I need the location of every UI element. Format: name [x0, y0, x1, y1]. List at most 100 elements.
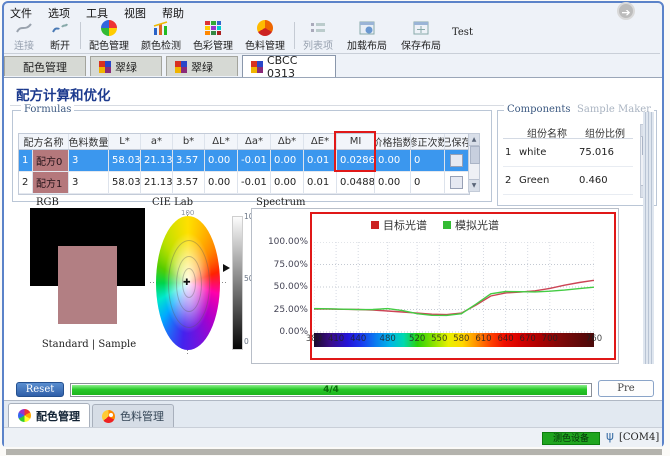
lightness-marker-icon	[223, 264, 230, 272]
color-detect-button[interactable]: 颜色检测	[136, 20, 186, 52]
spectrum-chart: 目标光谱 模拟光谱 100.00% 75.00% 50.00% 25.00% 0.00% …	[251, 208, 619, 364]
saved-checkbox[interactable]	[450, 154, 463, 167]
palette-icon	[255, 20, 275, 36]
lab-axis-tick: 100	[181, 209, 195, 217]
load-layout-icon	[357, 20, 377, 36]
color-wheel-icon	[18, 409, 31, 422]
scroll-thumb[interactable]	[470, 146, 480, 164]
color-matching-button[interactable]: 配色管理	[84, 20, 134, 52]
menu-item-options[interactable]: 选项	[48, 5, 70, 20]
save-layout-button[interactable]: 保存布局	[396, 20, 446, 52]
connect-button[interactable]: 连接	[8, 20, 40, 52]
sample-maker-label: Sample Maker	[574, 104, 654, 115]
wavelength-tick-label: 640	[497, 334, 514, 344]
wavelength-color-bar: 380 410 440 480 520 550 580 610 640 670 700 760	[306, 333, 602, 347]
com-port-label: [COM4]	[619, 432, 660, 443]
tab-cbcc-0313[interactable]: CBCC 0313	[242, 54, 336, 80]
status-bar: 测色设备 ψ [COM4]	[4, 427, 662, 447]
progress-bar: 4/4	[70, 383, 592, 397]
wavelength-tick-label: 380	[305, 334, 323, 344]
legend-swatch-icon	[371, 221, 379, 229]
connect-icon	[14, 20, 34, 36]
bottom-tab-color-matching[interactable]: 配色管理	[8, 403, 90, 427]
lightness-bar[interactable]	[232, 216, 243, 350]
document-tab-bar: 配色管理 翠绿 翠绿 CBCC 0313	[4, 54, 660, 80]
disconnect-icon	[50, 20, 70, 36]
device-status-badge: 测色设备	[542, 432, 600, 445]
wavelength-tick-label: 410	[327, 334, 345, 344]
y-tick-label: 0.00%	[279, 327, 308, 337]
menu-item-tools[interactable]: 工具	[86, 5, 108, 20]
wavelength-tick-label: 610	[475, 334, 492, 344]
formula-row-0[interactable]: 1 配方0 3 58.03 21.13 3.57 0.00 -0.01 0.00…	[19, 150, 469, 172]
legend-label: 模拟光谱	[455, 219, 499, 232]
formulas-header-row: 配方名称 色料数量 L* a* b* ΔL* Δa* Δb* ΔE* MI 价格…	[19, 134, 469, 150]
load-layout-button[interactable]: 加载布局	[342, 20, 392, 52]
component-row-0[interactable]: 1 white 75.016	[503, 139, 633, 167]
disconnect-button[interactable]: 断开	[44, 20, 76, 52]
swatch-icon	[175, 60, 187, 73]
formulas-scrollbar[interactable]: ▲ ▼	[468, 133, 480, 192]
spectrum-legend: 目标光谱 模拟光谱	[252, 217, 618, 233]
colorant-management-button[interactable]: 色料管理	[240, 20, 290, 52]
components-table: 组份名称 组份比例 1 white 75.016 2 Green 0.460	[503, 124, 633, 195]
pre-button[interactable]: Pre	[598, 380, 654, 397]
window-shadow	[6, 449, 662, 455]
sample-color-swatch	[58, 246, 117, 324]
right-splitter[interactable]	[643, 112, 654, 364]
wavelength-tick-label: 580	[453, 334, 470, 344]
saved-checkbox[interactable]	[450, 176, 463, 189]
toolbar-separator	[294, 22, 295, 49]
usb-icon: ψ	[606, 429, 614, 443]
page-title: 配方计算和优化	[16, 88, 111, 104]
tab-emerald-1[interactable]: 翠绿	[90, 56, 162, 76]
spectrum-label: Spectrum	[256, 197, 306, 208]
float-action-button[interactable]: ➔	[617, 2, 635, 20]
save-layout-icon	[411, 20, 431, 36]
list-item-button[interactable]: 列表项	[298, 20, 338, 52]
color-wheel-icon	[99, 20, 119, 36]
menu-item-file[interactable]: 文件	[10, 5, 32, 20]
palette-icon	[102, 409, 115, 423]
legend-item: 目标光谱	[371, 217, 427, 233]
menu-item-help[interactable]: 帮助	[162, 5, 184, 20]
component-row-1[interactable]: 2 Green 0.460	[503, 167, 633, 195]
swatch-icon	[251, 60, 263, 73]
scroll-up-icon[interactable]: ▲	[469, 134, 479, 146]
lab-sample-marker: ✚	[183, 278, 191, 288]
menu-bar: 文件 选项 工具 视图 帮助	[10, 5, 184, 20]
wavelength-tick-label: 670	[519, 334, 536, 344]
formula-swatch-cell: 配方0	[33, 150, 69, 171]
tab-color-matching[interactable]: 配色管理	[4, 56, 86, 76]
spectrum-plot	[314, 242, 594, 333]
toolbar: 连接 断开 配色管理 颜色检测 色彩管理 色料管理 列表项 加载布局 保存布局 …	[4, 19, 660, 54]
wavelength-tick-label: 760	[585, 334, 603, 344]
components-group-label: Components	[504, 104, 574, 115]
standard-sample-caption: Standard | Sample	[41, 339, 137, 350]
formulas-group-label: Formulas	[21, 104, 75, 115]
wavelength-tick-label: 550	[431, 334, 448, 344]
list-icon	[308, 20, 328, 36]
legend-item: 模拟光谱	[443, 217, 499, 233]
formula-row-1[interactable]: 2 配方1 3 58.03 21.13 3.57 0.00 -0.01 0.00…	[19, 172, 469, 194]
wavelength-tick-label: 480	[379, 334, 396, 344]
menu-item-view[interactable]: 视图	[124, 5, 146, 20]
formulas-table: 配方名称 色料数量 L* a* b* ΔL* Δa* Δb* ΔE* MI 价格…	[18, 133, 470, 195]
series-1	[314, 286, 594, 317]
color-management-button[interactable]: 色彩管理	[188, 20, 238, 52]
tab-emerald-2[interactable]: 翠绿	[166, 56, 238, 76]
wavelength-tick-label: 700	[541, 334, 558, 344]
scroll-down-icon[interactable]: ▼	[469, 179, 479, 191]
legend-swatch-icon	[443, 221, 451, 229]
wavelength-tick-label: 520	[409, 334, 426, 344]
legend-label: 目标光谱	[383, 219, 427, 232]
wavelength-tick-label: 440	[350, 334, 367, 344]
y-tick-label: 50.00%	[273, 282, 308, 292]
progress-text: 4/4	[323, 385, 339, 395]
y-tick-label: 100.00%	[267, 237, 308, 247]
test-button[interactable]: Test	[452, 27, 473, 38]
bottom-tab-colorant-management[interactable]: 色料管理	[92, 404, 174, 427]
rgb-label: RGB	[36, 197, 59, 208]
reset-button[interactable]: Reset	[16, 382, 64, 397]
toolbar-separator	[80, 22, 81, 49]
